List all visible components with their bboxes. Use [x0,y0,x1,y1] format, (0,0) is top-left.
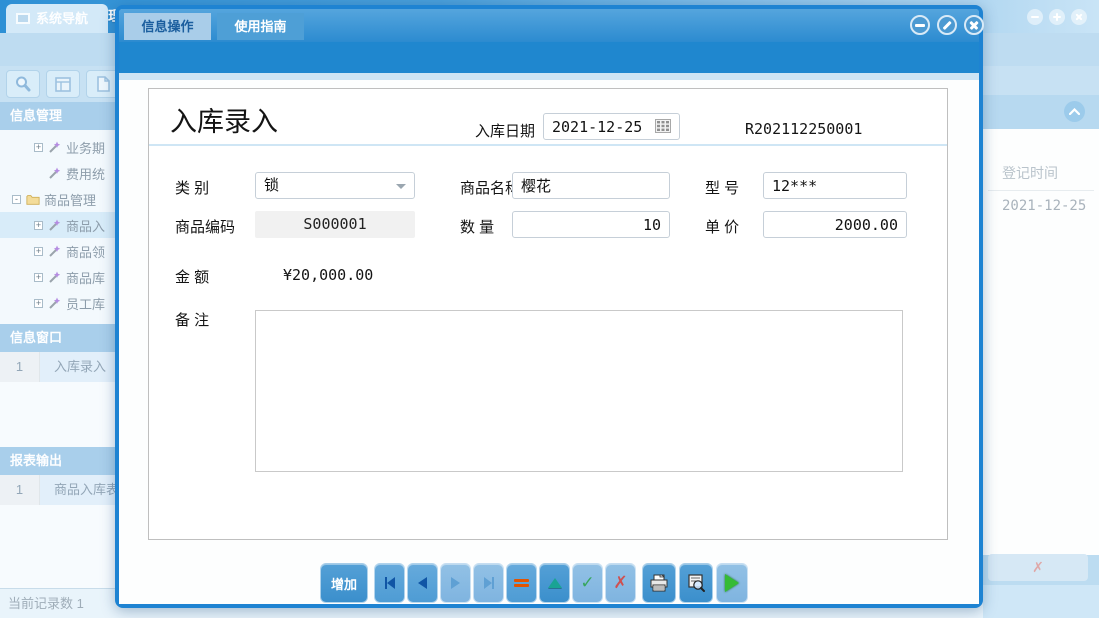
wand-icon [48,244,62,258]
main-minimize-button[interactable] [1027,9,1043,25]
background-cancel-button[interactable]: ✗ [988,554,1088,581]
printer-icon [649,573,669,593]
last-record-button[interactable] [473,563,504,603]
row-number: 1 [0,475,40,505]
print-button[interactable] [642,563,676,603]
tree-label: 商品领 [66,242,105,261]
tree-label: 员工库 [66,294,105,313]
expand-icon[interactable]: + [34,221,43,230]
model-input[interactable] [763,172,907,199]
tree-label: 商品入 [66,216,105,235]
expand-icon[interactable]: + [34,299,43,308]
search-button[interactable] [6,70,40,98]
dialog-minimize-button[interactable] [910,15,930,35]
tree-label: 商品管理 [44,190,96,209]
play-icon [725,574,739,592]
previous-record-icon [418,577,427,589]
run-report-button[interactable] [716,563,748,603]
restore-icon [943,21,952,30]
wand-icon [48,166,62,180]
previous-record-button[interactable] [407,563,438,603]
add-button[interactable]: 增加 [320,563,368,603]
document-icon [97,76,110,92]
quantity-input[interactable] [512,211,670,238]
receipt-number: R202112250001 [745,120,862,138]
next-record-icon [451,577,460,589]
folder-icon [26,193,40,206]
tree-label: 商品库 [66,268,105,287]
dialog-tab-bar [119,42,979,73]
cross-icon: ✗ [613,573,627,593]
amount-label: 金 额 [175,266,209,287]
cancel-button[interactable]: ✗ [605,563,636,603]
grid-column-register-time: 登记时间 [988,155,1094,191]
last-record-icon [484,577,492,589]
product-code-label: 商品编码 [175,216,235,237]
edit-record-button[interactable] [539,563,570,603]
product-code-value: S000001 [255,211,415,238]
chevron-down-icon [396,184,406,189]
first-record-button[interactable] [374,563,405,603]
expand-icon[interactable]: + [34,247,43,256]
wand-icon [48,140,62,154]
window-icon [16,13,30,24]
records-button[interactable] [46,70,80,98]
chevron-up-icon [1069,108,1080,115]
search-icon [14,75,32,93]
tab-system-navigation[interactable]: 系统导航 [6,4,108,33]
form-heading: 入库录入 [170,100,278,139]
minimize-icon [915,24,925,27]
remark-label: 备 注 [175,309,209,330]
collapse-icon[interactable]: - [12,195,21,204]
tab-user-guide[interactable]: 使用指南 [217,13,304,40]
next-record-button[interactable] [440,563,471,603]
tab-label: 系统导航 [36,11,88,26]
check-icon: ✓ [580,573,594,593]
grid-cell-register-time: 2021-12-25 [1002,198,1086,214]
print-preview-button[interactable] [679,563,713,603]
row-number: 1 [0,352,40,382]
category-label: 类 别 [175,177,209,198]
tree-label: 费用统 [66,164,105,183]
unit-price-label: 单 价 [705,216,739,237]
expand-icon[interactable]: + [34,273,43,282]
unit-price-input[interactable] [763,211,907,238]
wand-icon [48,296,62,310]
confirm-button[interactable]: ✓ [572,563,603,603]
card-icon [55,77,71,92]
model-label: 型 号 [705,177,739,198]
tab-info-operation[interactable]: 信息操作 [124,13,211,40]
quantity-label: 数 量 [460,216,494,237]
product-name-input[interactable] [512,172,670,199]
delete-record-button[interactable] [506,563,537,603]
expand-icon[interactable]: + [34,143,43,152]
wand-icon [48,270,62,284]
calendar-icon[interactable] [655,119,671,133]
delete-icon [514,579,529,582]
remark-textarea[interactable] [255,310,903,472]
edit-icon [548,578,562,588]
collapse-panel-button[interactable] [1064,101,1085,122]
dialog-restore-button[interactable] [937,15,957,35]
main-maximize-button[interactable] [1049,9,1065,25]
inbound-entry-dialog: 入库录入 信息操作 使用指南 入库录入 入库日期 R202112250001 类… [115,5,983,608]
right-bottom-strip [983,585,1099,618]
tree-label: 业务期 [66,138,105,157]
category-select[interactable]: 锁 [255,172,415,199]
product-name-label: 商品名称 [460,177,520,198]
minimize-icon [1031,16,1039,18]
main-close-button[interactable] [1071,9,1087,25]
wand-icon [48,218,62,232]
category-value: 锁 [264,177,279,194]
print-preview-icon [686,573,706,593]
dialog-close-button[interactable] [964,15,984,35]
amount-value: ¥20,000.00 [283,266,373,284]
date-label: 入库日期 [475,120,535,141]
